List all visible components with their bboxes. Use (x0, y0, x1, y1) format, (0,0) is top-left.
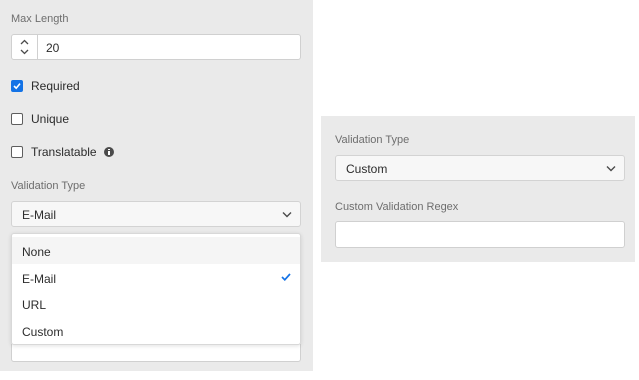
dropdown-option-label: Custom (22, 325, 64, 339)
dropdown-option-none[interactable]: None (12, 237, 300, 264)
required-checkbox[interactable] (11, 80, 23, 92)
required-checkbox-row[interactable]: Required (11, 78, 80, 94)
max-length-stepper[interactable]: 20 (11, 34, 301, 60)
unique-checkbox[interactable] (11, 113, 23, 125)
max-length-value[interactable]: 20 (46, 41, 59, 55)
custom-regex-label: Custom Validation Regex (335, 201, 459, 213)
dropdown-option-label: URL (22, 298, 47, 312)
checkmark-icon (281, 273, 291, 281)
translatable-checkbox[interactable] (11, 146, 23, 158)
dropdown-option-url[interactable]: URL (12, 290, 300, 317)
validation-type-label: Validation Type (11, 180, 86, 192)
translatable-checkbox-row[interactable]: Translatable (11, 144, 114, 160)
chevron-up-icon[interactable] (20, 39, 29, 45)
validation-type-value-right: Custom (346, 162, 388, 176)
validation-type-label-right: Validation Type (335, 134, 410, 146)
unique-label: Unique (31, 112, 70, 126)
info-icon[interactable] (103, 147, 114, 157)
max-length-label: Max Length (11, 13, 69, 25)
chevron-down-icon (282, 212, 292, 218)
validation-type-select-right[interactable]: Custom (335, 155, 625, 181)
partially-hidden-field[interactable] (11, 344, 301, 362)
chevron-down-icon[interactable] (20, 49, 29, 55)
custom-regex-input[interactable] (335, 221, 625, 248)
dropdown-option-email[interactable]: E-Mail (12, 264, 300, 291)
validation-type-dropdown-menu: None E-Mail URL Custom (11, 233, 301, 345)
validation-type-select[interactable]: E-Mail (11, 201, 301, 227)
dropdown-option-custom[interactable]: Custom (12, 317, 300, 344)
dropdown-option-label: E-Mail (22, 272, 57, 286)
dropdown-option-label: None (22, 245, 51, 259)
checkmark-icon (13, 83, 21, 90)
required-label: Required (31, 79, 80, 93)
stepper-buttons (12, 35, 38, 59)
translatable-label: Translatable (31, 145, 97, 159)
chevron-down-icon (606, 166, 616, 172)
unique-checkbox-row[interactable]: Unique (11, 111, 69, 127)
validation-type-value: E-Mail (22, 208, 57, 222)
